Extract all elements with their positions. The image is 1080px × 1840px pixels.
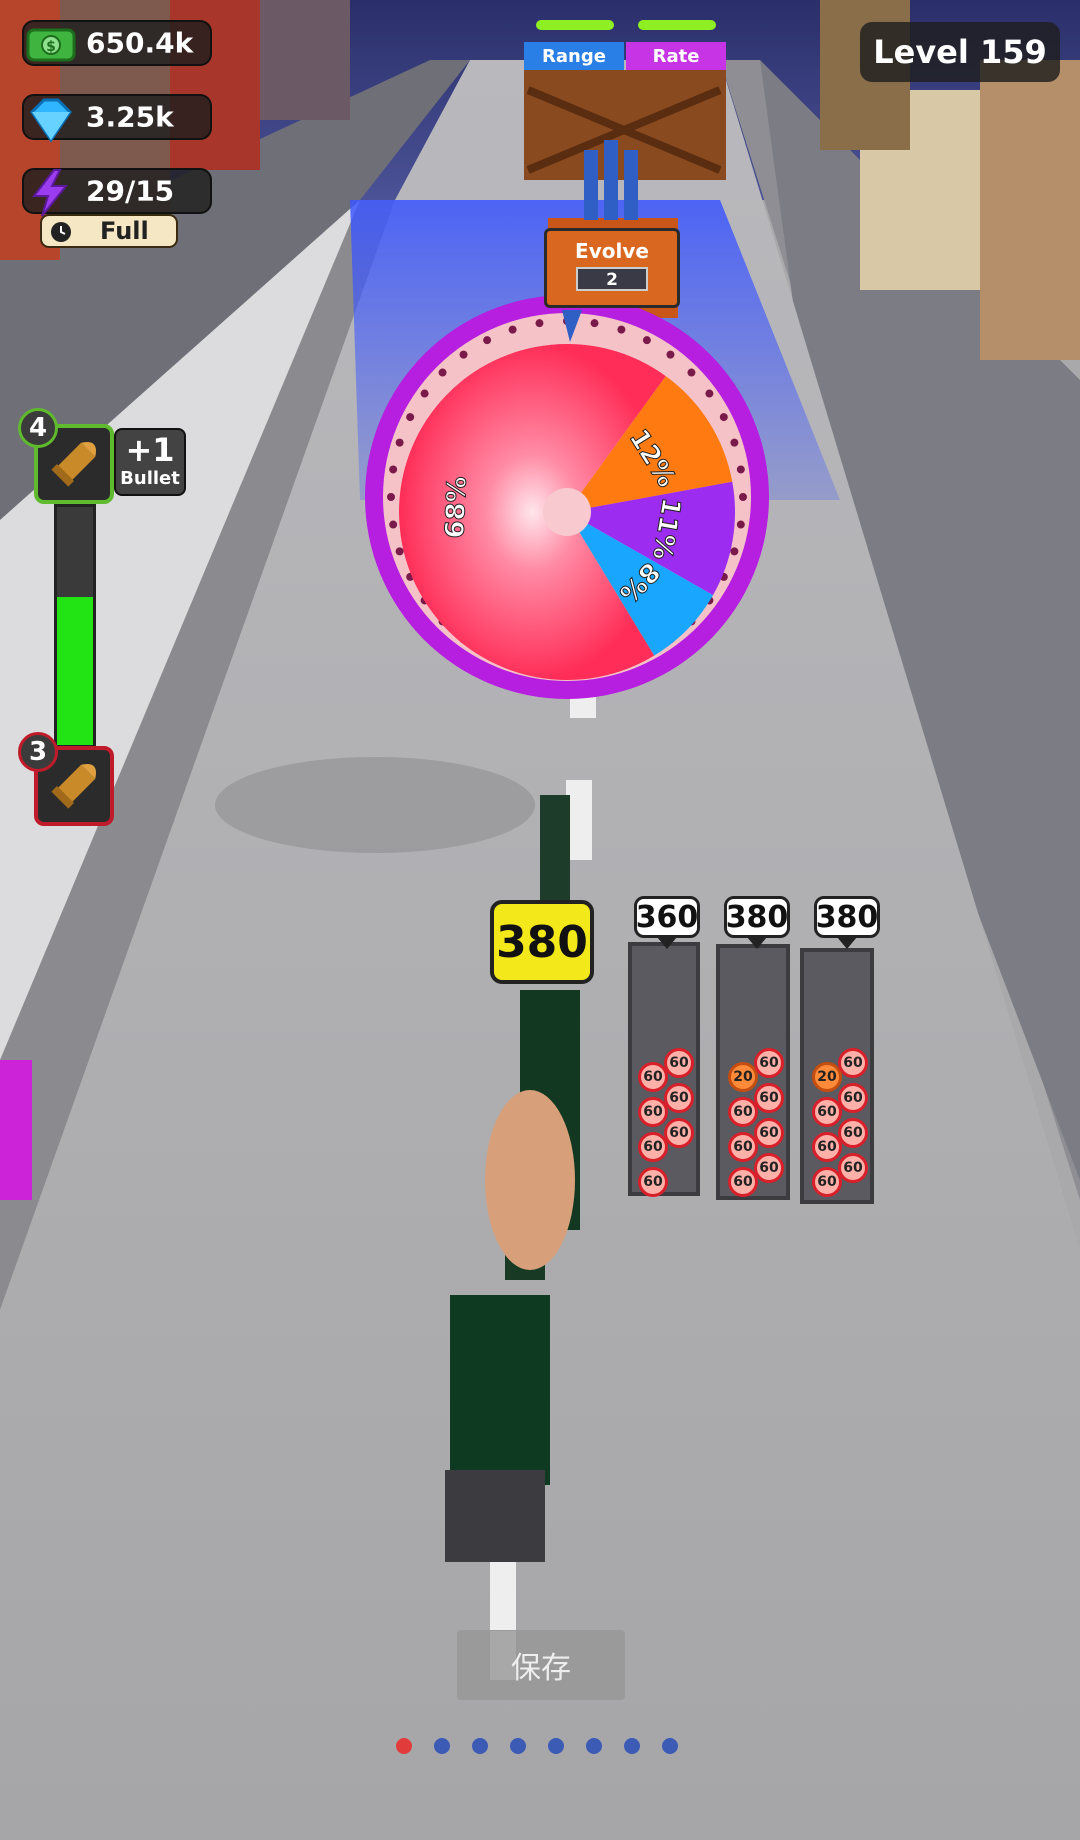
pagination-dot[interactable] (548, 1738, 564, 1754)
wheel-rim-dot (389, 520, 398, 529)
gun-value-tag: 380 (490, 900, 594, 984)
spin-wheel: 12%11%8%68% (365, 295, 769, 699)
wheel-rim-dot (395, 547, 404, 556)
svg-text:$: $ (46, 39, 56, 55)
ammo-chip: 60 (754, 1153, 784, 1183)
range-gate-health (536, 20, 614, 30)
energy-counter: 29/15 (22, 168, 212, 217)
wheel-rim-dot (736, 465, 745, 474)
clock-icon (51, 222, 71, 242)
ammo-chip: 60 (838, 1153, 868, 1183)
save-button[interactable]: 保存 (457, 1630, 625, 1700)
ammo-chip: 60 (664, 1118, 694, 1148)
wheel-rim-dot (395, 438, 404, 447)
wheel-rim-dot (438, 368, 447, 377)
energy-value: 29/15 (86, 174, 175, 208)
bullet-bonus-label: Bullet (120, 468, 180, 489)
wheel-rim-dot (389, 465, 398, 474)
wheel-rim-dot (730, 547, 739, 556)
wheel-rim-dot (483, 336, 492, 345)
wheel-segment-label: 68% (440, 476, 473, 539)
evolve-box: Evolve 2 (544, 228, 680, 308)
wheel-rim-dot (730, 438, 739, 447)
gem-counter: 3.25k (22, 94, 212, 143)
wheel-rim-dot (459, 350, 468, 359)
wheel-rim-dot (535, 319, 544, 328)
wheel-rim-dot (736, 520, 745, 529)
ammo-tube-value: 360 (634, 896, 700, 949)
rate-gate-health (638, 20, 716, 30)
current-bullet-level: 3 (18, 732, 58, 772)
pagination-dot[interactable] (662, 1738, 678, 1754)
gem-value: 3.25k (86, 100, 174, 134)
wheel-rim-dot (420, 389, 429, 398)
ammo-chip: 60 (638, 1167, 668, 1197)
wheel-rim-dot (617, 325, 626, 334)
bullet-progress-bar (54, 504, 96, 748)
pagination-dot[interactable] (396, 1738, 412, 1754)
cash-icon: $ (26, 28, 76, 62)
wheel-rim-dot (406, 413, 415, 422)
ammo-chip: 60 (838, 1118, 868, 1148)
cash-value: 650.4k (86, 26, 194, 60)
pagination-dot[interactable] (434, 1738, 450, 1754)
range-gate-label: Range (524, 42, 624, 70)
ammo-chip: 60 (664, 1048, 694, 1078)
ammo-chip: 60 (754, 1083, 784, 1113)
ammo-chip: 60 (754, 1048, 784, 1078)
bullet-bonus: +1 Bullet (114, 428, 186, 496)
pagination-dot[interactable] (510, 1738, 526, 1754)
evolve-count: 2 (576, 267, 648, 291)
next-bullet-level: 4 (18, 408, 58, 448)
wheel-rim-dot (666, 350, 675, 359)
diamond-icon (30, 98, 72, 143)
pagination-dot[interactable] (624, 1738, 640, 1754)
wheel-rim-dot (739, 493, 747, 501)
wheel-rim-dot (387, 493, 395, 501)
ammo-chip: 60 (838, 1083, 868, 1113)
energy-status-text: Full (100, 217, 149, 245)
bullet-bonus-value: +1 (125, 431, 175, 469)
wheel-rim-dot (642, 336, 651, 345)
wheel-rim-dot (590, 319, 599, 328)
wheel-rim-dot (705, 389, 714, 398)
energy-status: Full (40, 214, 178, 248)
cash-counter: $ 650.4k (22, 20, 212, 66)
bullet-progress-fill (57, 597, 93, 745)
wheel-rim-dot (687, 368, 696, 377)
ammo-chip: 60 (664, 1083, 694, 1113)
ammo-tube-value: 380 (814, 896, 880, 949)
ammo-tube-value: 380 (724, 896, 790, 949)
wheel-rim-dot (719, 413, 728, 422)
wheel-rim-dot (508, 325, 517, 334)
pagination-dot[interactable] (472, 1738, 488, 1754)
level-indicator: Level 159 (860, 22, 1060, 82)
ammo-chip: 60 (838, 1048, 868, 1078)
ammo-chip: 60 (754, 1118, 784, 1148)
rate-gate-label: Rate (626, 42, 726, 70)
pagination-dot[interactable] (586, 1738, 602, 1754)
evolve-label: Evolve (575, 239, 649, 263)
lightning-icon (31, 169, 69, 217)
pagination (396, 1738, 686, 1758)
